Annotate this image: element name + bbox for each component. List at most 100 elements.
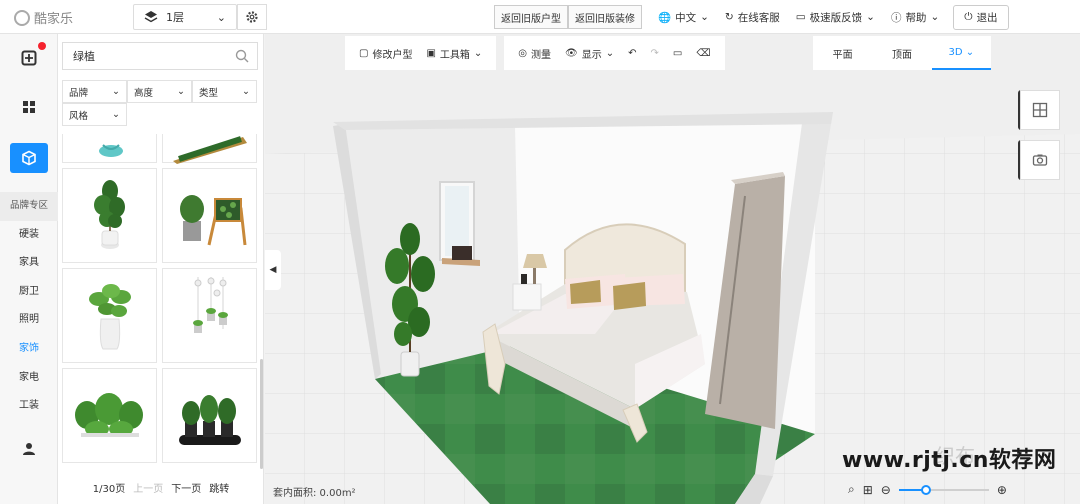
edit-floorplan-button[interactable]: ▢ 修改户型 xyxy=(355,46,416,61)
grid-icon xyxy=(23,101,35,113)
search-icon[interactable] xyxy=(235,49,249,63)
sill-decor xyxy=(452,246,472,260)
pagination: 1/30页 上一页 下一页 跳转 xyxy=(58,480,264,495)
zoom-in-button[interactable]: ⊕ xyxy=(997,483,1007,497)
cube-icon xyxy=(22,150,36,166)
toolbox-button[interactable]: ▣ 工具箱 ⌄ xyxy=(422,46,486,61)
rail-apps-button[interactable] xyxy=(18,96,40,118)
top-right-menu: 🌐 中文 ⌄ ↻ 在线客服 ▭ 极速版反馈 ⌄ ⓘ 帮助 ⌄ ⏻ 退出 xyxy=(650,0,1009,34)
return-old-decor-button[interactable]: 返回旧版装修 xyxy=(568,5,642,29)
chevron-down-icon: ⌄ xyxy=(112,109,120,120)
next-page-button[interactable]: 下一页 xyxy=(171,480,201,495)
search-box[interactable]: 绿植 xyxy=(62,42,258,70)
undo-button[interactable]: ↶ xyxy=(624,48,640,59)
chevron-down-icon: ⌄ xyxy=(605,47,615,59)
chevron-down-icon: ⌄ xyxy=(700,11,709,23)
zoom-knob[interactable] xyxy=(920,484,931,495)
product-tile[interactable] xyxy=(162,134,257,164)
catalog-panel: 绿植 品牌 ⌄ 高度 ⌄ 类型 ⌄ 风格 ⌄ 1/30页 上一页 下一页 跳转 xyxy=(58,34,264,504)
filter-brand[interactable]: 品牌 ⌄ xyxy=(62,80,127,103)
prev-page-button[interactable]: 上一页 xyxy=(133,480,163,495)
left-rail: 品牌专区 硬装 家具 厨卫 照明 家饰 家电 工装 xyxy=(0,34,58,504)
eraser-button[interactable]: ⌫ xyxy=(692,48,714,59)
category-appliances[interactable]: 家电 xyxy=(0,364,58,393)
logo-text: 酷家乐 xyxy=(34,12,74,27)
filter-type-label: 类型 xyxy=(199,87,219,99)
category-commercial[interactable]: 工装 xyxy=(0,392,58,421)
category-furniture[interactable]: 家具 xyxy=(0,249,58,278)
user-icon xyxy=(23,443,35,455)
rail-catalog-button[interactable] xyxy=(10,143,48,173)
eraser-icon: ⌫ xyxy=(696,47,711,59)
page-indicator: 1/30页 xyxy=(92,484,126,495)
display-button[interactable]: 👁 显示 ⌄ xyxy=(561,46,618,61)
camera-button[interactable] xyxy=(1020,140,1060,180)
chevron-down-icon: ⌄ xyxy=(112,86,120,97)
app-logo[interactable]: 酷家乐 xyxy=(14,8,73,27)
tab-3d[interactable]: 3D ⌄ xyxy=(931,36,991,70)
3d-viewport[interactable] xyxy=(265,34,1080,504)
zoom-out-button[interactable]: ⊖ xyxy=(881,483,891,497)
rail-floorplan-button[interactable] xyxy=(18,47,40,69)
notification-dot xyxy=(38,42,46,50)
feedback-menu[interactable]: ▭ 极速版反馈 ⌄ xyxy=(788,10,883,25)
filter-height[interactable]: 高度 ⌄ xyxy=(127,80,192,103)
product-tile[interactable] xyxy=(162,168,257,263)
online-service-link[interactable]: ↻ 在线客服 xyxy=(717,10,788,25)
toolbox-label: 工具箱 xyxy=(439,49,470,61)
product-tile[interactable] xyxy=(162,368,257,463)
help-icon: ⓘ xyxy=(890,11,902,24)
zoom-slider[interactable] xyxy=(898,484,989,495)
logout-button[interactable]: ⏻ 退出 xyxy=(953,4,1009,30)
jump-page-button[interactable]: 跳转 xyxy=(209,480,229,495)
display-label: 显示 xyxy=(581,49,602,61)
redo-button[interactable]: ↷ xyxy=(647,48,663,59)
language-label: 中文 xyxy=(675,11,697,24)
product-tile[interactable] xyxy=(62,268,157,363)
tab-3d-label: 3D xyxy=(948,46,963,58)
online-service-label: 在线客服 xyxy=(737,11,780,24)
3d-scene[interactable] xyxy=(265,34,1080,504)
category-kitchen-bath[interactable]: 厨卫 xyxy=(0,278,58,307)
feedback-label: 极速版反馈 xyxy=(809,11,863,24)
collapse-panel-button[interactable]: ◀ xyxy=(265,250,281,290)
tab-plan[interactable]: 平面 xyxy=(813,36,872,70)
service-icon: ↻ xyxy=(724,11,734,23)
filter-style[interactable]: 风格 ⌄ xyxy=(62,103,127,126)
category-lighting[interactable]: 照明 xyxy=(0,306,58,335)
return-old-floorplan-button[interactable]: 返回旧版户型 xyxy=(494,5,568,29)
product-tile[interactable] xyxy=(62,368,157,463)
save-button[interactable]: ▭ xyxy=(669,48,686,59)
chevron-down-icon: ⌄ xyxy=(177,86,185,97)
product-thumbnail xyxy=(99,144,123,157)
category-hard-decor[interactable]: 硬装 xyxy=(0,221,58,250)
gear-icon xyxy=(246,11,258,23)
product-tile[interactable] xyxy=(62,134,157,163)
filter-type[interactable]: 类型 ⌄ xyxy=(192,80,257,103)
chevron-down-icon: ⌄ xyxy=(930,11,940,23)
user-account-button[interactable] xyxy=(18,438,40,460)
product-thumbnail xyxy=(180,195,247,246)
product-tile[interactable] xyxy=(62,168,157,263)
help-menu[interactable]: ⓘ 帮助 ⌄ xyxy=(883,10,947,25)
screenshot-button[interactable]: ⌕ xyxy=(848,482,855,497)
measure-button[interactable]: ◎ 测量 xyxy=(514,46,555,61)
chevron-down-icon: ⌄ xyxy=(965,46,975,58)
category-brand-zone[interactable]: 品牌专区 xyxy=(0,192,58,221)
feedback-icon: ▭ xyxy=(795,11,806,23)
watermark: www.rjtj.cn软荐网 xyxy=(842,448,1057,473)
settings-button[interactable] xyxy=(237,4,267,30)
save-icon: ▭ xyxy=(672,47,683,59)
eye-icon: 👁 xyxy=(565,47,578,59)
panel-scrollbar[interactable] xyxy=(260,359,263,469)
product-tile[interactable] xyxy=(162,268,257,363)
product-thumbnail xyxy=(179,395,241,445)
chevron-down-icon: ⌄ xyxy=(216,10,226,24)
fit-view-button[interactable]: ⊞ xyxy=(863,483,873,497)
search-input[interactable]: 绿植 xyxy=(73,48,95,64)
category-home-decor[interactable]: 家饰 xyxy=(0,335,58,364)
layout-view-button[interactable] xyxy=(1020,90,1060,130)
language-menu[interactable]: 🌐 中文 ⌄ xyxy=(650,10,717,25)
floor-selector[interactable]: 1层 ⌄ xyxy=(133,4,237,30)
tab-ceiling[interactable]: 顶面 xyxy=(872,36,931,70)
